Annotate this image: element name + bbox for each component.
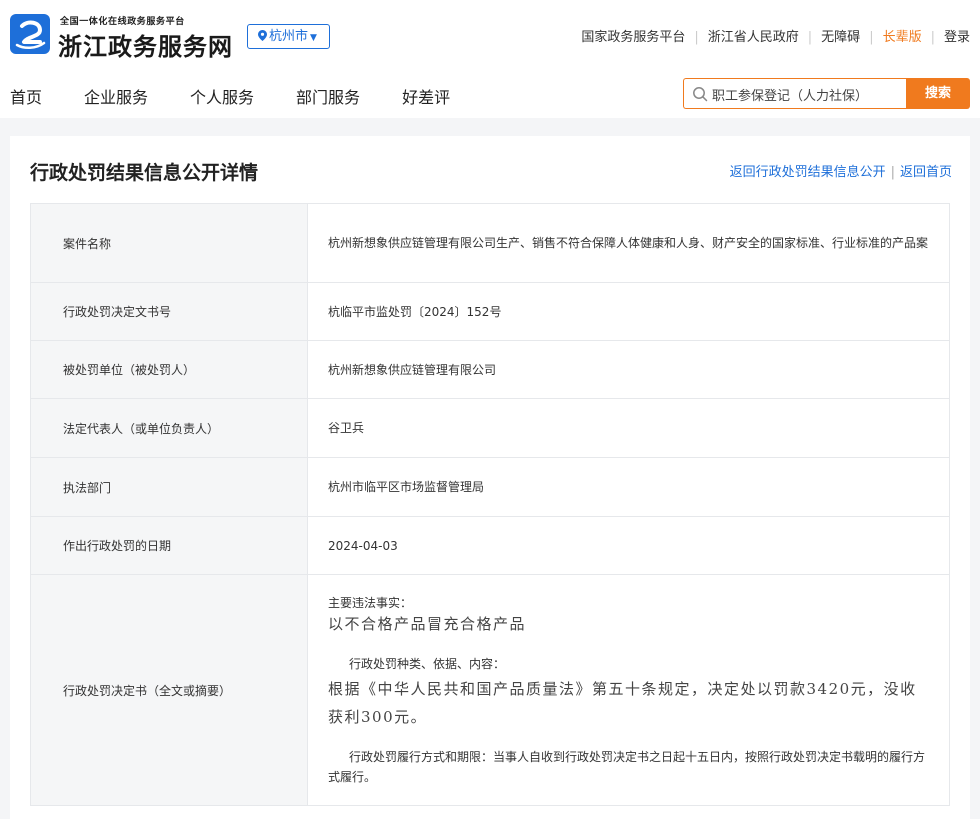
row-label: 案件名称 (30, 203, 308, 283)
table-row: 法定代表人（或单位负责人） 谷卫兵 (30, 398, 950, 458)
top-links: 国家政务服务平台 | 浙江省人民政府 | 无障碍 | 长辈版 | 登录 (581, 26, 970, 45)
logo-icon[interactable] (10, 14, 50, 54)
method-text: 行政处罚履行方式和期限：当事人自收到行政处罚决定书之日起十五日内，按照行政处罚决… (328, 750, 926, 784)
nav-item-personal[interactable]: 个人服务 (190, 84, 254, 108)
table-row: 行政处罚决定书（全文或摘要） 主要违法事实： 以不合格产品冒充合格产品 行政处罚… (30, 574, 950, 806)
table-row: 作出行政处罚的日期 2024-04-03 (30, 516, 950, 575)
row-label: 行政处罚决定文书号 (30, 282, 308, 341)
link-separator: | (930, 30, 935, 45)
basis-text: 根据《中华人民共和国产品质量法》第五十条规定，决定处以罚款3420元，没收获利3… (328, 680, 917, 726)
row-value: 杭州新想象供应链管理有限公司生产、销售不符合保障人体健康和人身、财产安全的国家标… (307, 203, 950, 283)
detail-table: 案件名称 杭州新想象供应链管理有限公司生产、销售不符合保障人体健康和人身、财产安… (30, 203, 950, 806)
logo-title[interactable]: 浙江政务服务网 (58, 27, 233, 62)
page-title: 行政处罚结果信息公开详情 (30, 162, 259, 184)
login-link[interactable]: 登录 (944, 30, 970, 45)
nav-item-enterprise[interactable]: 企业服务 (84, 84, 148, 108)
main-nav: 首页 企业服务 个人服务 部门服务 好差评 (10, 84, 492, 108)
logo-subtitle: 全国一体化在线政务服务平台 (60, 17, 185, 27)
nav-item-department[interactable]: 部门服务 (296, 84, 360, 108)
caret-down-icon: ▼ (310, 33, 317, 43)
table-row: 行政处罚决定文书号 杭临平市监处罚〔2024〕152号 (30, 282, 950, 341)
row-value: 杭州新想象供应链管理有限公司 (307, 340, 950, 399)
decision-content: 主要违法事实： 以不合格产品冒充合格产品 行政处罚种类、依据、内容： 根据《中华… (307, 574, 950, 806)
city-name: 杭州市 (269, 29, 309, 44)
basis-heading: 行政处罚种类、依据、内容： (349, 657, 506, 671)
link-separator: | (694, 30, 699, 45)
accessibility-link[interactable]: 无障碍 (821, 30, 860, 45)
provincial-gov-link[interactable]: 浙江省人民政府 (708, 30, 799, 45)
search-input[interactable] (712, 83, 902, 105)
content-card: 行政处罚结果信息公开详情 返回行政处罚结果信息公开 | 返回首页 案件名称 杭州新想… (10, 136, 970, 819)
nav-item-home[interactable]: 首页 (10, 84, 42, 108)
row-value: 杭州市临平区市场监督管理局 (307, 457, 950, 517)
back-links: 返回行政处罚结果信息公开 | 返回首页 (730, 161, 952, 180)
city-selector[interactable]: 杭州市 ▼ (247, 24, 330, 49)
national-platform-link[interactable]: 国家政务服务平台 (581, 30, 685, 45)
row-label: 执法部门 (30, 457, 308, 517)
nav-item-rating[interactable]: 好差评 (402, 84, 450, 108)
table-row: 被处罚单位（被处罚人） 杭州新想象供应链管理有限公司 (30, 340, 950, 399)
link-separator: | (807, 30, 813, 45)
facts-text: 以不合格产品冒充合格产品 (328, 615, 527, 633)
top-header: 全国一体化在线政务服务平台 浙江政务服务网 杭州市 ▼ 国家政务服务平台 | 浙江省人… (0, 0, 980, 118)
elder-mode-link[interactable]: 长辈版 (883, 30, 922, 45)
location-pin-icon (258, 30, 267, 41)
back-to-list-link[interactable]: 返回行政处罚结果信息公开 (730, 165, 886, 180)
row-value: 谷卫兵 (307, 398, 950, 458)
row-label: 被处罚单位（被处罚人） (30, 340, 308, 399)
link-separator: | (869, 30, 874, 45)
search-button[interactable]: 搜索 (906, 78, 970, 109)
row-value: 2024-04-03 (307, 516, 950, 575)
table-row: 案件名称 杭州新想象供应链管理有限公司生产、销售不符合保障人体健康和人身、财产安… (30, 203, 950, 283)
row-label: 行政处罚决定书（全文或摘要） (30, 574, 308, 806)
back-to-home-link[interactable]: 返回首页 (900, 165, 952, 180)
row-label: 作出行政处罚的日期 (30, 516, 308, 575)
search-icon (693, 87, 708, 102)
table-row: 执法部门 杭州市临平区市场监督管理局 (30, 457, 950, 517)
link-separator: | (890, 165, 895, 180)
row-label: 法定代表人（或单位负责人） (30, 398, 308, 458)
row-value: 杭临平市监处罚〔2024〕152号 (307, 282, 950, 341)
search-box (683, 78, 907, 109)
